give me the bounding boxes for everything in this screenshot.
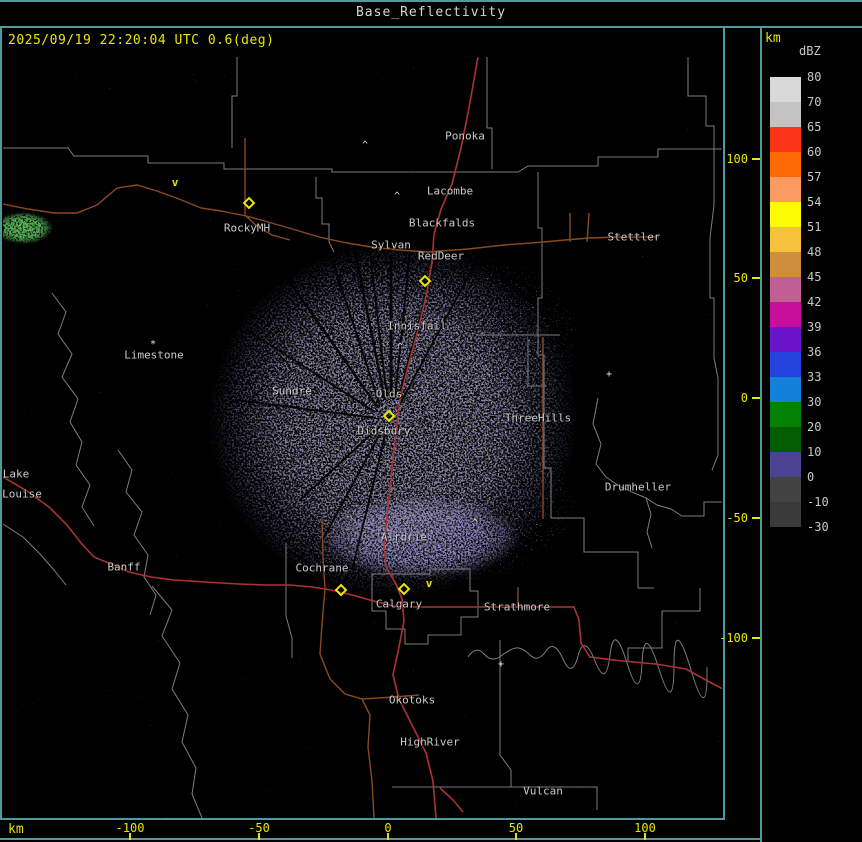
legend-tick-label: 51 xyxy=(807,220,847,234)
legend-unit-label: dBZ xyxy=(799,44,821,58)
city-label-limestone: Limestone xyxy=(124,349,184,362)
y-axis-tick-label: -50 xyxy=(718,511,748,525)
legend-color-block xyxy=(770,402,801,427)
city-label-sylvan: Sylvan xyxy=(371,239,411,252)
legend-color-block xyxy=(770,252,801,277)
city-label-ponoka: Ponoka xyxy=(445,130,485,143)
legend-tick-label: 54 xyxy=(807,195,847,209)
legend-tick-label: 30 xyxy=(807,395,847,409)
legend-tick-label: 45 xyxy=(807,270,847,284)
city-label-highriver: HighRiver xyxy=(400,736,460,749)
legend-tick-label: 60 xyxy=(807,145,847,159)
city-label-blackfalds: Blackfalds xyxy=(409,217,475,230)
radar-map-canvas xyxy=(0,0,862,842)
city-label-louise: Louise xyxy=(2,488,42,501)
legend-color-block xyxy=(770,327,801,352)
legend-color-block xyxy=(770,152,801,177)
legend-tick-label: 80 xyxy=(807,70,847,84)
legend-color-block xyxy=(770,177,801,202)
y-axis-tick-label: -100 xyxy=(718,631,748,645)
point-symbol: * xyxy=(150,340,156,350)
y-axis-tick-mark xyxy=(752,637,760,639)
y-axis-tick-label: 100 xyxy=(718,152,748,166)
y-axis-tick-mark xyxy=(752,158,760,160)
legend-tick-label: 33 xyxy=(807,370,847,384)
bottom-axis-unit-label: km xyxy=(8,822,24,837)
legend-color-block xyxy=(770,477,801,502)
scan-timestamp: 2025/09/19 22:20:04 UTC 0.6(deg) xyxy=(8,33,274,48)
legend-tick-label: -30 xyxy=(807,520,847,534)
legend-color-block xyxy=(770,102,801,127)
x-axis-tick-mark xyxy=(644,833,646,840)
point-symbol: ^ xyxy=(394,192,400,202)
x-axis-tick-mark xyxy=(258,833,260,840)
city-label-lake: Lake xyxy=(3,468,30,481)
x-axis-tick-mark xyxy=(515,833,517,840)
city-label-sundre: Sundre xyxy=(272,385,312,398)
legend-tick-label: -10 xyxy=(807,495,847,509)
city-label-strathmore: Strathmore xyxy=(484,601,550,614)
legend-color-block xyxy=(770,77,801,102)
radar-viewer-window: Base_Reflectivity 2025/09/19 22:20:04 UT… xyxy=(0,0,862,842)
city-label-vulcan: Vulcan xyxy=(523,785,563,798)
legend-color-block xyxy=(770,127,801,152)
legend-tick-label: 42 xyxy=(807,295,847,309)
legend-tick-label: 39 xyxy=(807,320,847,334)
city-label-innisfail: Innisfail xyxy=(387,320,447,333)
y-axis-tick-mark xyxy=(752,397,760,399)
city-label-drumheller: Drumheller xyxy=(605,481,671,494)
legend-color-block xyxy=(770,352,801,377)
legend-color-block xyxy=(770,302,801,327)
y-axis-tick-label: 50 xyxy=(718,271,748,285)
city-label-rockymh: RockyMH xyxy=(224,222,270,235)
legend-color-block xyxy=(770,277,801,302)
legend-tick-label: 65 xyxy=(807,120,847,134)
point-symbol: ^ xyxy=(362,141,368,151)
y-axis-tick-label: 0 xyxy=(718,391,748,405)
y-axis-tick-mark xyxy=(752,517,760,519)
city-label-threehills: ThreeHills xyxy=(505,412,571,425)
legend-color-block xyxy=(770,452,801,477)
point-symbol: ^ xyxy=(472,519,478,529)
legend-tick-label: 10 xyxy=(807,445,847,459)
legend-color-block xyxy=(770,227,801,252)
point-symbol: ^ xyxy=(397,343,403,353)
city-label-olds: Olds xyxy=(376,388,403,401)
legend-tick-label: 70 xyxy=(807,95,847,109)
city-label-cochrane: Cochrane xyxy=(296,562,349,575)
app-title: Base_Reflectivity xyxy=(0,5,862,20)
direction-chevron-marker: v xyxy=(426,578,433,589)
legend-tick-label: 36 xyxy=(807,345,847,359)
right-axis-unit-label: km xyxy=(765,31,781,46)
legend-tick-label: 20 xyxy=(807,420,847,434)
x-axis-tick-mark xyxy=(129,833,131,840)
x-axis-tick-mark xyxy=(387,833,389,840)
legend-tick-label: 0 xyxy=(807,470,847,484)
city-label-okotoks: Okotoks xyxy=(389,694,435,707)
y-axis-tick-mark xyxy=(752,277,760,279)
legend-tick-label: 57 xyxy=(807,170,847,184)
direction-chevron-marker: v xyxy=(172,177,179,188)
legend-color-block xyxy=(770,377,801,402)
legend-color-block xyxy=(770,502,801,527)
city-label-stettler: Stettler xyxy=(608,231,661,244)
legend-color-block xyxy=(770,202,801,227)
city-label-didsbury: Didsbury xyxy=(358,425,411,438)
point-symbol: + xyxy=(498,660,504,670)
city-label-calgary: Calgary xyxy=(376,598,422,611)
legend-tick-label: 48 xyxy=(807,245,847,259)
point-symbol: + xyxy=(606,370,612,380)
legend-color-block xyxy=(770,427,801,452)
city-label-banff: Banff xyxy=(107,561,140,574)
city-label-lacombe: Lacombe xyxy=(427,185,473,198)
city-label-reddeer: RedDeer xyxy=(418,250,464,263)
city-label-airdrie: Airdrie xyxy=(381,531,427,544)
